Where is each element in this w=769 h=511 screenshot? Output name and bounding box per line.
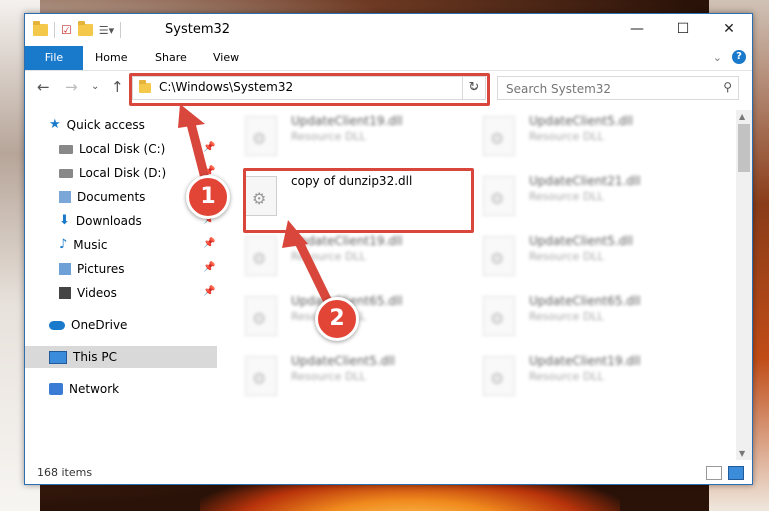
step-badge-1: 1 <box>186 175 230 219</box>
annotation-arrows <box>178 104 338 317</box>
step-badge-2: 2 <box>315 297 359 341</box>
